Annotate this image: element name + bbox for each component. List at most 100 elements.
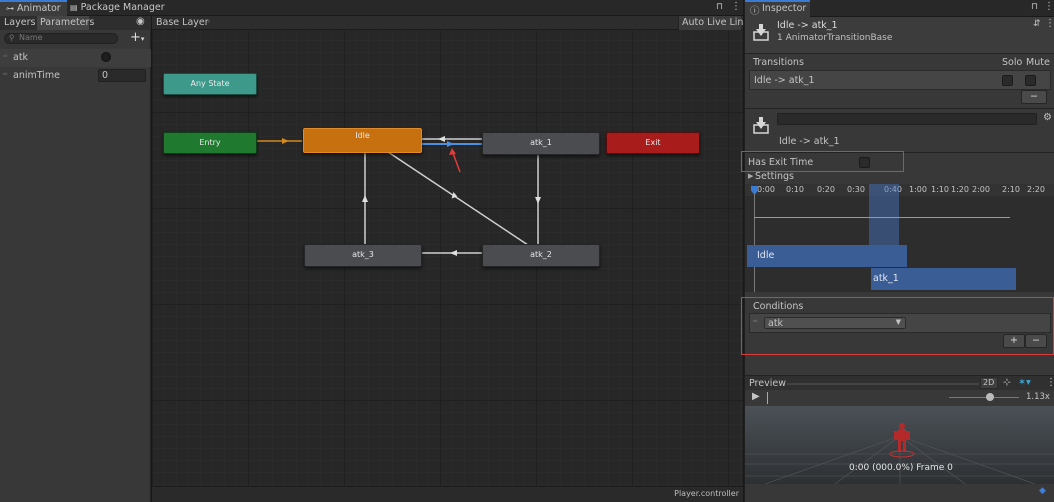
transitions-heading: Transitions bbox=[753, 57, 804, 68]
tab-inspector-label: Inspector bbox=[762, 3, 807, 14]
settings-sliders-icon[interactable]: ⇵ bbox=[1033, 19, 1041, 29]
state-atk-3[interactable]: atk_3 bbox=[304, 244, 422, 267]
arrow-icon bbox=[282, 138, 289, 144]
parameters-panel: Layers Parameters ◉ ⚲ Name +▾ ═ atk ═ an… bbox=[0, 16, 151, 502]
remove-transition-button[interactable]: − bbox=[1021, 90, 1047, 104]
graph-footer: Player.controller bbox=[152, 486, 743, 502]
state-any-state[interactable]: Any State bbox=[163, 73, 257, 95]
preview-viewport[interactable]: 0:00 (000.0%) Frame 0 bbox=[745, 406, 1054, 484]
transition-name-input[interactable] bbox=[777, 113, 1037, 125]
settings-foldout[interactable]: Settings bbox=[755, 171, 794, 182]
timeline-track-idle[interactable]: Idle bbox=[747, 245, 907, 267]
solo-checkbox[interactable] bbox=[1002, 75, 1013, 86]
play-icon[interactable]: ▶ bbox=[752, 391, 760, 402]
state-atk-1[interactable]: atk_1 bbox=[482, 132, 600, 155]
solo-heading: Solo bbox=[1002, 57, 1023, 68]
transition-icon bbox=[753, 117, 769, 134]
preview-2d-button[interactable]: 2D bbox=[980, 377, 998, 389]
tab-inspector[interactable]: ⓘ Inspector bbox=[745, 0, 810, 17]
ruler-tick: 0:20 bbox=[817, 185, 835, 194]
preview-label: Preview bbox=[749, 378, 786, 389]
arrow-icon bbox=[447, 141, 454, 147]
state-label: Idle bbox=[355, 131, 370, 140]
tab-animator[interactable]: ⊶ Animator bbox=[0, 0, 67, 16]
state-label: atk_3 bbox=[352, 250, 374, 259]
arrow-icon bbox=[438, 136, 445, 142]
highlight-box bbox=[741, 151, 904, 172]
inspector-title: Idle -> atk_1 bbox=[777, 20, 838, 31]
preview-toolbar: Preview 2D ⊹ ✶▾ ⋮ bbox=[745, 375, 1054, 390]
chevron-down-icon: ▾ bbox=[140, 35, 145, 43]
tab-parameters[interactable]: Parameters bbox=[37, 16, 94, 30]
add-parameter-button[interactable]: +▾ bbox=[130, 30, 144, 45]
tag-icon[interactable]: ◆ bbox=[1039, 486, 1046, 496]
transition-list-label: Idle -> atk_1 bbox=[754, 75, 815, 86]
trigger-toggle[interactable] bbox=[101, 52, 111, 62]
kebab-menu-icon[interactable]: ⋮ bbox=[1044, 1, 1054, 12]
track-label: Idle bbox=[757, 250, 775, 261]
speed-slider-thumb[interactable] bbox=[986, 393, 994, 401]
parameter-search-input[interactable]: ⚲ Name bbox=[4, 33, 118, 44]
kebab-menu-icon[interactable]: ⋮ bbox=[731, 1, 741, 12]
lock-icon[interactable]: ⊓ bbox=[716, 2, 723, 12]
float-value: 0 bbox=[102, 70, 109, 81]
parameter-row[interactable]: ═ atk bbox=[0, 49, 151, 67]
state-label: atk_1 bbox=[530, 138, 552, 147]
arrow-icon bbox=[362, 195, 368, 202]
preview-resize-handle[interactable] bbox=[787, 383, 979, 385]
tab-label: Animator bbox=[17, 3, 61, 14]
transition-timeline[interactable]: 0:00 0:10 0:20 0:30 0:40 1:00 1:10 1:20 … bbox=[745, 184, 1054, 292]
speed-value: 1.13x bbox=[1026, 392, 1050, 402]
drag-handle-icon[interactable]: ═ bbox=[3, 70, 7, 78]
left-panel-tabs: Layers Parameters ◉ bbox=[0, 16, 151, 30]
avatar-icon[interactable]: ✶▾ bbox=[1018, 377, 1031, 388]
tab-label: Package Manager bbox=[80, 2, 165, 13]
tab-layers[interactable]: Layers bbox=[4, 17, 35, 28]
state-label: Entry bbox=[199, 138, 221, 147]
drag-handle-icon[interactable]: ═ bbox=[3, 52, 7, 60]
inspector-tab-bar: ⓘ Inspector ⊓ ⋮ bbox=[745, 0, 1054, 17]
pivot-icon[interactable]: ⊹ bbox=[1003, 377, 1011, 388]
kebab-menu-icon[interactable]: ⋮ bbox=[1045, 18, 1054, 29]
inspector-header: Idle -> atk_1 1 AnimatorTransitionBase ⇵… bbox=[745, 17, 1054, 53]
animator-icon: ⊶ bbox=[6, 4, 14, 13]
foldout-arrow-icon[interactable]: ▶ bbox=[748, 172, 753, 180]
gear-icon[interactable]: ⚙ bbox=[1043, 112, 1052, 123]
kebab-menu-icon[interactable]: ⋮ bbox=[1046, 377, 1054, 388]
mute-checkbox[interactable] bbox=[1025, 75, 1036, 86]
state-atk-2[interactable]: atk_2 bbox=[482, 244, 600, 267]
info-icon: ⓘ bbox=[750, 6, 760, 17]
animator-tab-bar: ⊶ Animator ▤ Package Manager ⊓ ⋮ bbox=[0, 0, 743, 16]
highlight-box bbox=[741, 297, 1054, 355]
timeline-track-atk1[interactable]: atk_1 bbox=[871, 268, 1016, 290]
eye-icon[interactable]: ◉ bbox=[136, 16, 145, 27]
ruler-tick: 2:00 bbox=[972, 185, 990, 194]
state-machine-graph[interactable]: Base Layer › Auto Live Link Any State En… bbox=[152, 16, 749, 502]
float-value-field[interactable]: 0 bbox=[98, 69, 146, 82]
divider bbox=[745, 53, 1054, 54]
state-idle[interactable]: Idle bbox=[303, 128, 422, 153]
ruler-tick: 0:00 bbox=[757, 185, 775, 194]
preview-time-cursor[interactable] bbox=[767, 392, 768, 404]
parameter-name: atk bbox=[13, 52, 29, 63]
tab-package-manager[interactable]: ▤ Package Manager bbox=[64, 0, 171, 16]
parameter-row[interactable]: ═ animTime 0 bbox=[0, 67, 151, 85]
ruler-tick: 1:10 bbox=[931, 185, 949, 194]
tab-parameters-label: Parameters bbox=[40, 17, 95, 28]
state-entry[interactable]: Entry bbox=[163, 132, 257, 154]
inspector-panel: ⓘ Inspector ⊓ ⋮ Idle -> atk_1 1 Animator… bbox=[741, 0, 1054, 502]
inspector-subtitle: 1 AnimatorTransitionBase bbox=[777, 33, 893, 43]
divider bbox=[745, 108, 1054, 109]
search-icon: ⚲ bbox=[9, 33, 15, 42]
ruler-tick: 1:00 bbox=[909, 185, 927, 194]
preview-2d-label: 2D bbox=[983, 378, 995, 387]
state-label: atk_2 bbox=[530, 250, 552, 259]
timeline-curve bbox=[754, 217, 1010, 218]
arrow-icon bbox=[450, 250, 457, 256]
annotation-arrowhead bbox=[449, 148, 456, 155]
speed-slider-track[interactable] bbox=[949, 397, 1019, 398]
lock-icon[interactable]: ⊓ bbox=[1031, 2, 1038, 12]
state-exit[interactable]: Exit bbox=[606, 132, 700, 154]
transition-list-item[interactable]: Idle -> atk_1 bbox=[749, 70, 1051, 90]
inspector-footer: ◆ bbox=[745, 484, 1054, 502]
